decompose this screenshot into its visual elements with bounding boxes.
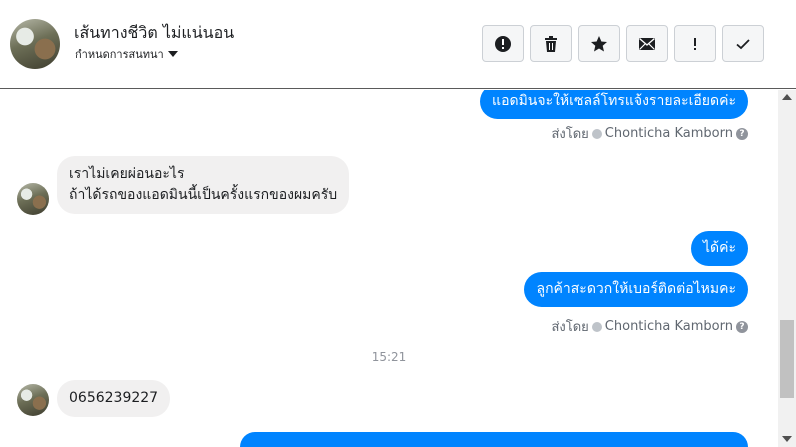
mark-unread-button[interactable] [626, 25, 668, 62]
spam-button[interactable] [482, 25, 524, 62]
star-icon [591, 35, 607, 51]
exclamation-circle-icon [495, 35, 511, 52]
contact-avatar-small[interactable] [17, 384, 49, 416]
exclamation-icon [694, 37, 696, 50]
sender-name: Chonticha Kamborn [604, 126, 733, 141]
message-line: ถ้าได้รถของแอดมินนี้เป็นครั้งแรกของผมครั… [69, 187, 338, 203]
incoming-message[interactable]: เราไม่เคยผ่อนอะไร ถ้าได้รถของแอดมินนี้เป… [57, 156, 350, 214]
scroll-up-arrow-icon[interactable] [782, 94, 792, 100]
sender-name: Chonticha Kamborn [604, 319, 733, 334]
scroll-down-arrow-icon[interactable] [782, 436, 792, 442]
page-badge-icon [591, 128, 602, 139]
thread-scrollbar[interactable] [778, 90, 796, 447]
sent-by-info: ส่งโดย Chonticha Kamborn ? [551, 123, 748, 144]
trash-icon [545, 35, 557, 52]
conversation-schedule-dropdown[interactable]: กำหนดการสนทนา [75, 45, 178, 63]
important-button[interactable] [674, 25, 716, 62]
scrollbar-thumb[interactable] [780, 320, 794, 398]
schedule-label: กำหนดการสนทนา [75, 48, 164, 61]
incoming-message[interactable]: 0656239227 [57, 380, 171, 417]
sent-by-prefix: ส่งโดย [551, 127, 589, 142]
envelope-icon [639, 37, 655, 50]
check-icon [736, 38, 750, 49]
done-button[interactable] [722, 25, 764, 62]
outgoing-message[interactable]: แอดมินจะให้เซลล์โทรแจ้งรายละเอียดค่ะ [480, 90, 748, 119]
contact-avatar-small[interactable] [17, 183, 49, 215]
contact-name[interactable]: เส้นทางชีวิต ไม่แน่นอน [74, 21, 234, 46]
outgoing-message-partial[interactable] [240, 432, 748, 447]
page-badge-icon [591, 321, 602, 332]
help-icon[interactable]: ? [736, 320, 748, 333]
conversation-header: เส้นทางชีวิต ไม่แน่นอน กำหนดการสนทนา [0, 0, 796, 89]
message-timestamp: 15:21 [371, 350, 407, 364]
help-icon[interactable]: ? [736, 127, 748, 140]
header-toolbar [482, 25, 764, 62]
star-button[interactable] [578, 25, 620, 62]
outgoing-message[interactable]: ลูกค้าสะดวกให้เบอร์ติดต่อไหมคะ [524, 272, 748, 307]
sent-by-info: ส่งโดย Chonticha Kamborn ? [551, 316, 748, 337]
sent-by-prefix: ส่งโดย [551, 320, 589, 335]
outgoing-message[interactable]: ได้ค่ะ [690, 231, 748, 266]
delete-button[interactable] [530, 25, 572, 62]
contact-avatar[interactable] [10, 19, 60, 69]
message-thread: แอดมินจะให้เซลล์โทรแจ้งรายละเอียดค่ะ ส่ง… [0, 90, 778, 447]
message-line: เราไม่เคยผ่อนอะไร [69, 166, 185, 182]
caret-down-icon [167, 51, 178, 57]
